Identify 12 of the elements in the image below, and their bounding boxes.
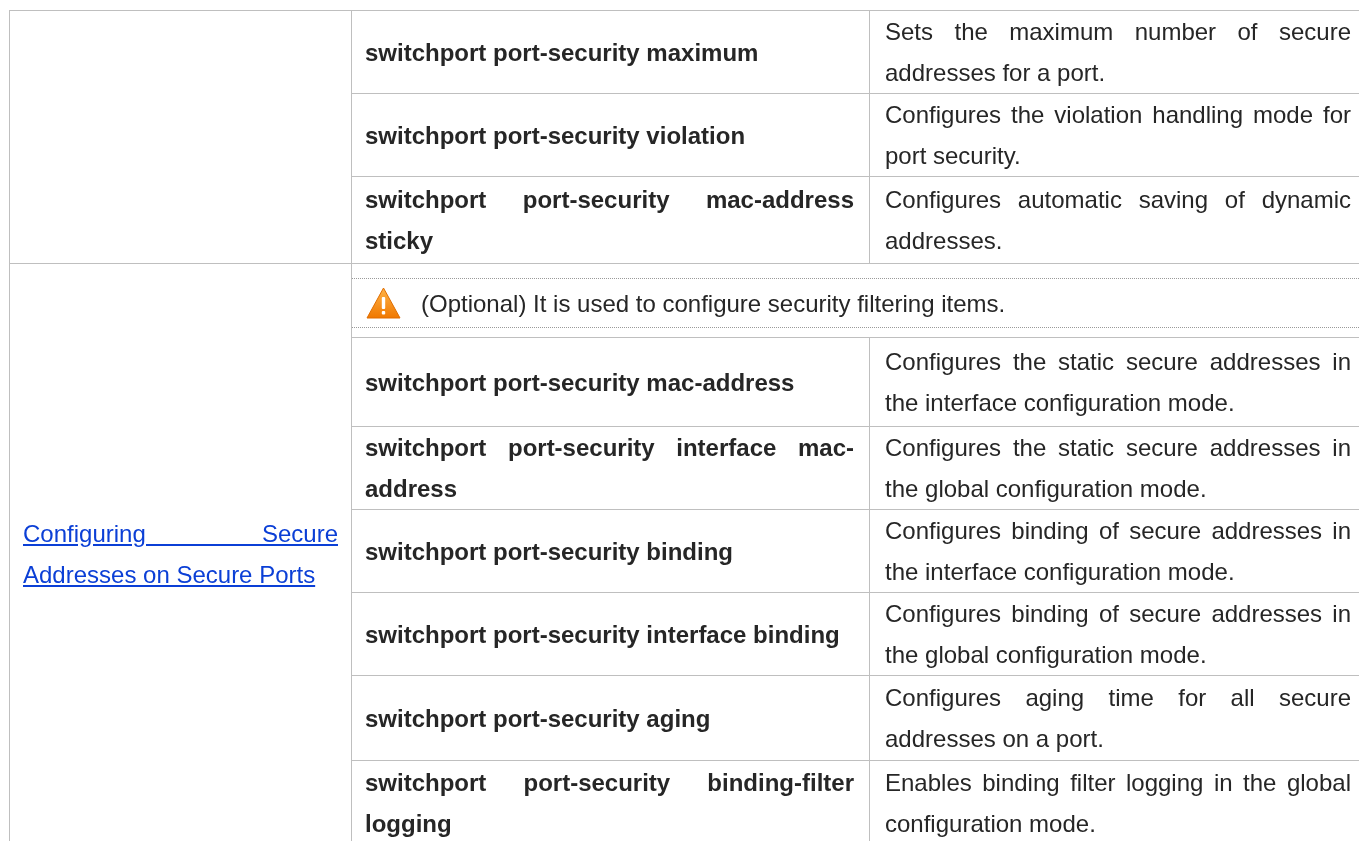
task-link[interactable]: Configuring Secure Addresses on Secure Ports bbox=[23, 513, 338, 595]
table-cell: switchport port-security mac-address bbox=[351, 337, 870, 427]
warning-icon bbox=[366, 287, 401, 319]
table-cell: switchport port-security mac-address sticky bbox=[351, 176, 870, 264]
table-cell: switchport port-security violation bbox=[351, 93, 870, 177]
note-text: (Optional) It is used to configure security filtering items. bbox=[421, 288, 1006, 319]
table-cell: switchport port-security interface mac-address bbox=[351, 426, 870, 510]
table-cell: switchport port-security aging bbox=[351, 675, 870, 761]
table-cell: switchport port-security binding bbox=[351, 509, 870, 593]
table-cell: switchport port-security interface binding bbox=[351, 592, 870, 676]
table-cell: Sets the maximum number of secure addresses for a port. bbox=[869, 10, 1359, 94]
table-cell: switchport port-security maximum bbox=[351, 10, 870, 94]
